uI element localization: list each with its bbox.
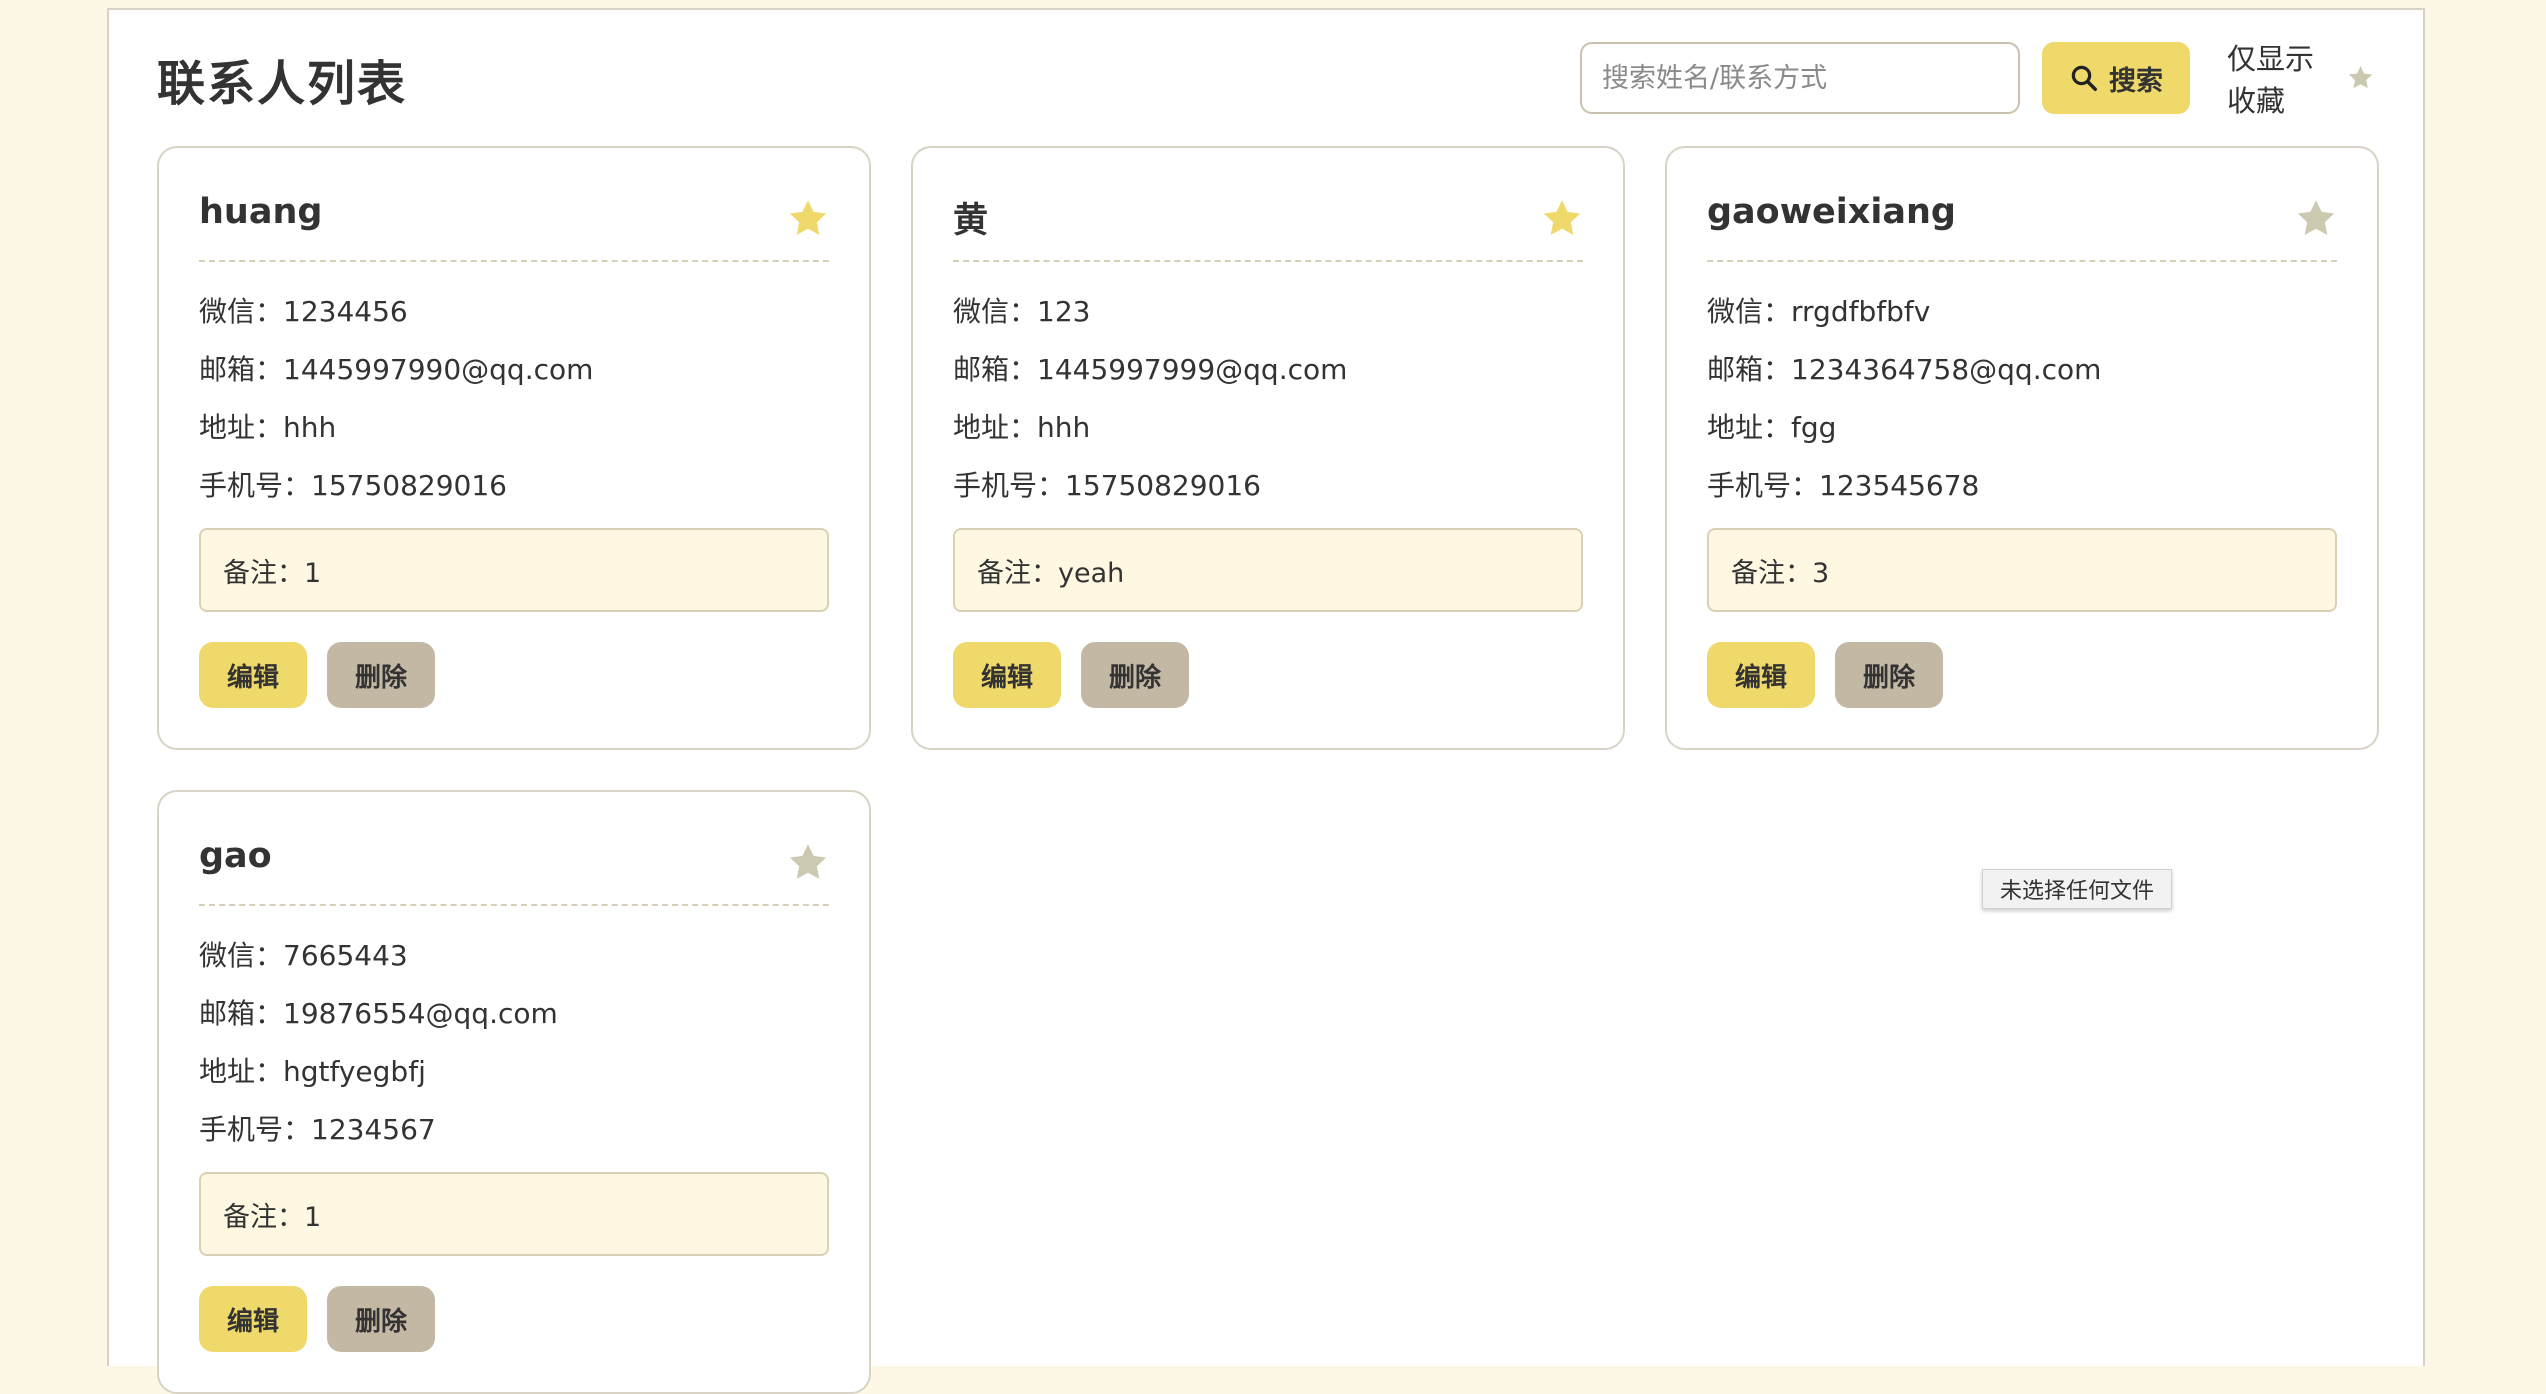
- card-divider: [953, 260, 1583, 262]
- edit-button[interactable]: 编辑: [1707, 642, 1815, 708]
- contact-note: 备注：3: [1707, 528, 2337, 612]
- contact-name: gao: [199, 836, 272, 876]
- contact-phone: 手机号：123545678: [1707, 469, 1980, 502]
- search-button[interactable]: 搜索: [2042, 42, 2190, 114]
- contact-card: gaoweixiang 微信：rrgdfbfbfv 邮箱：1234364758@…: [1665, 146, 2379, 750]
- contact-name: 黄: [953, 201, 989, 241]
- contact-note: 备注：1: [199, 528, 829, 612]
- header: 联系人列表 搜索 仅显示收藏: [157, 32, 2375, 118]
- contact-wechat: 微信：123: [953, 295, 1091, 328]
- contact-address: 地址：hhh: [199, 411, 337, 444]
- contact-email: 邮箱：1445997990@qq.com: [199, 353, 594, 386]
- star-icon[interactable]: [785, 196, 831, 242]
- contact-email: 邮箱：1445997999@qq.com: [953, 353, 1348, 386]
- delete-button[interactable]: 删除: [1081, 642, 1189, 708]
- star-icon[interactable]: [2346, 57, 2375, 99]
- contact-email: 邮箱：19876554@qq.com: [199, 997, 558, 1030]
- card-divider: [199, 904, 829, 906]
- search-icon: [2071, 65, 2097, 91]
- contact-card: huang 微信：1234456 邮箱：1445997990@qq.com 地址…: [157, 146, 871, 750]
- favorite-filter-label: 仅显示收藏: [2227, 42, 2315, 118]
- contact-wechat: 微信：rrgdfbfbfv: [1707, 295, 1931, 328]
- contact-note: 备注：1: [199, 1172, 829, 1256]
- page-title: 联系人列表: [157, 56, 408, 112]
- contact-address: 地址：hhh: [953, 411, 1091, 444]
- page-container: 联系人列表 搜索 仅显示收藏 huang 微信：1234456 邮箱：14459…: [107, 8, 2425, 1394]
- contact-phone: 手机号：15750829016: [953, 469, 1261, 502]
- card-divider: [199, 260, 829, 262]
- contact-wechat: 微信：1234456: [199, 295, 408, 328]
- contact-note: 备注：yeah: [953, 528, 1583, 612]
- contact-card: 黄 微信：123 邮箱：1445997999@qq.com 地址：hhh 手机号…: [911, 146, 1625, 750]
- contact-card: gao 微信：7665443 邮箱：19876554@qq.com 地址：hgt…: [157, 790, 871, 1394]
- favorite-filter-toggle[interactable]: 仅显示收藏: [2227, 42, 2375, 118]
- star-icon[interactable]: [2293, 196, 2339, 242]
- edit-button[interactable]: 编辑: [953, 642, 1061, 708]
- delete-button[interactable]: 删除: [327, 642, 435, 708]
- star-icon[interactable]: [1539, 196, 1585, 242]
- contact-address: 地址：fgg: [1707, 411, 1837, 444]
- contact-phone: 手机号：1234567: [199, 1113, 436, 1146]
- contact-name: huang: [199, 192, 323, 232]
- contact-address: 地址：hgtfyegbfj: [199, 1055, 426, 1088]
- contact-email: 邮箱：1234364758@qq.com: [1707, 353, 2102, 386]
- search-input[interactable]: [1580, 42, 2020, 114]
- search-button-label: 搜索: [2109, 65, 2163, 97]
- edit-button[interactable]: 编辑: [199, 642, 307, 708]
- contact-name: gaoweixiang: [1707, 192, 1956, 232]
- file-tooltip: 未选择任何文件: [1982, 869, 2172, 909]
- delete-button[interactable]: 删除: [1835, 642, 1943, 708]
- contact-wechat: 微信：7665443: [199, 939, 408, 972]
- delete-button[interactable]: 删除: [327, 1286, 435, 1352]
- star-icon[interactable]: [785, 840, 831, 886]
- edit-button[interactable]: 编辑: [199, 1286, 307, 1352]
- contact-phone: 手机号：15750829016: [199, 469, 507, 502]
- card-divider: [1707, 260, 2337, 262]
